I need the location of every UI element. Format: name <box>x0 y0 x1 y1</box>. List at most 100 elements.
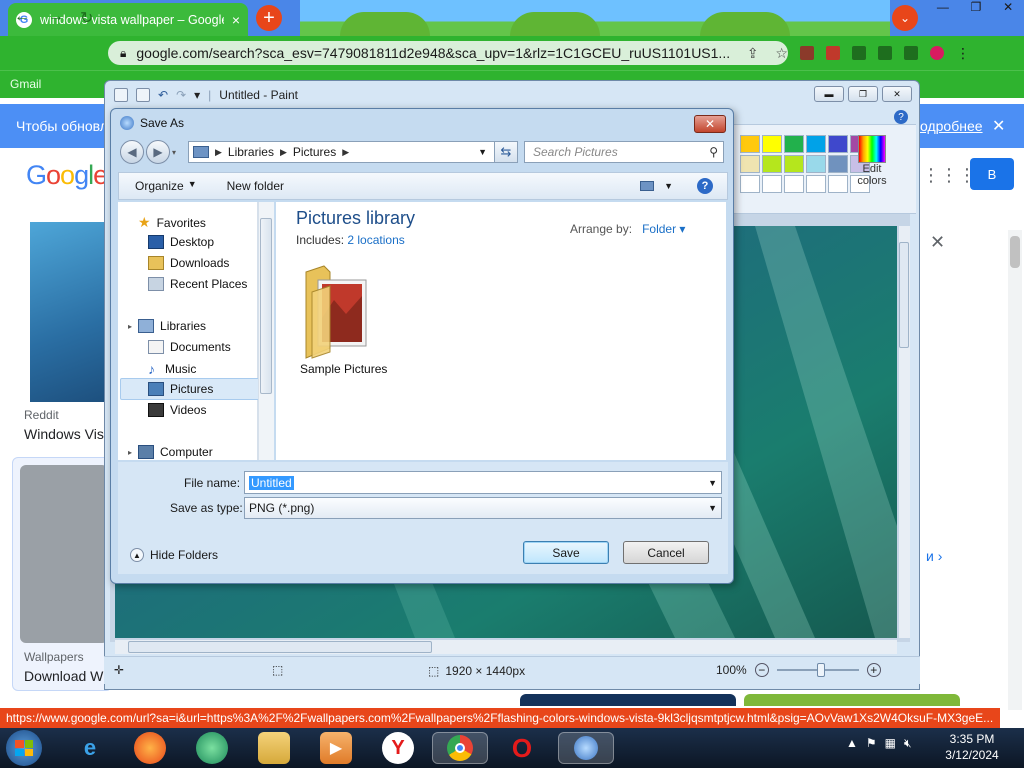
nav-item-videos[interactable]: Videos <box>148 403 206 417</box>
forward-arrow-icon[interactable]: ▶ <box>146 140 170 164</box>
redo-icon[interactable]: ↷ <box>176 88 186 102</box>
folder-label[interactable]: Sample Pictures <box>300 362 390 376</box>
palette-swatch[interactable] <box>740 175 760 193</box>
arrange-dropdown[interactable]: Folder ▾ <box>642 222 685 236</box>
save-type-select[interactable]: PNG (*.png) ▼ <box>244 497 722 519</box>
extension-icon[interactable] <box>852 46 866 60</box>
result-image[interactable] <box>744 694 960 706</box>
info-banner-close-button[interactable]: ✕ <box>992 116 1005 136</box>
includes-locations-link[interactable]: 2 locations <box>347 233 404 247</box>
back-arrow-icon[interactable]: ◀ <box>120 140 144 164</box>
palette-swatch[interactable] <box>828 175 848 193</box>
minimize-button[interactable]: — <box>937 0 949 20</box>
help-icon[interactable]: ? <box>894 110 908 124</box>
save-button[interactable]: Save <box>523 541 609 564</box>
address-bar[interactable]: 🔒︎ google.com/search?sca_esv=7479081811d… <box>108 41 788 65</box>
palette-swatch[interactable] <box>740 135 760 153</box>
tab-search-button[interactable]: ⌄ <box>892 5 918 31</box>
result-title[interactable]: Download W <box>24 668 103 684</box>
new-tab-button[interactable]: + <box>256 5 282 31</box>
new-folder-button[interactable]: New folder <box>227 179 284 193</box>
close-preview-button[interactable]: ✕ <box>930 232 945 253</box>
nav-item-recent-places[interactable]: Recent Places <box>148 277 247 291</box>
zoom-slider[interactable] <box>776 663 859 677</box>
nav-scrollbar-thumb[interactable] <box>260 218 272 394</box>
maximize-button[interactable]: ❐ <box>971 0 982 20</box>
organize-button[interactable]: Organize ▼ <box>135 179 197 193</box>
reload-icon[interactable]: ↻ <box>80 8 93 28</box>
nav-item-computer[interactable]: ▸ Computer <box>128 445 213 459</box>
yandex-browser-icon[interactable]: Y <box>382 732 414 764</box>
palette-swatch[interactable] <box>806 135 826 153</box>
maximize-button[interactable]: ❐ <box>848 86 878 102</box>
result-title[interactable]: Windows Vis <box>24 426 104 442</box>
taskbar-clock[interactable]: 3:35 PM 3/12/2024 <box>944 731 1000 763</box>
kebab-menu-icon[interactable]: ⋮ <box>956 46 970 60</box>
file-explorer-icon[interactable] <box>258 732 290 764</box>
file-name-field[interactable]: Untitled ▼ <box>244 471 722 494</box>
more-results-chevron[interactable]: и › <box>926 548 942 564</box>
media-player-icon[interactable]: ▶ <box>320 732 352 764</box>
internet-explorer-icon[interactable]: e <box>74 732 106 764</box>
chevron-right-icon[interactable]: ▶ <box>215 147 222 158</box>
info-banner-link[interactable]: одробнее <box>920 118 983 134</box>
palette-swatch[interactable] <box>784 175 804 193</box>
volume-muted-icon[interactable]: 🔇︎ <box>904 736 912 751</box>
nav-item-pictures[interactable]: Pictures <box>148 382 213 396</box>
extension-icon[interactable] <box>800 46 814 60</box>
chrome-taskbar-button[interactable] <box>432 732 488 764</box>
nav-item-desktop[interactable]: Desktop <box>148 235 214 249</box>
show-hidden-icons-icon[interactable]: ▲ <box>846 736 858 751</box>
save-icon[interactable] <box>136 88 150 102</box>
undo-icon[interactable]: ↶ <box>158 88 168 102</box>
media-app-icon[interactable] <box>196 732 228 764</box>
paint-app-icon[interactable] <box>114 88 128 102</box>
breadcrumb-pictures[interactable]: Pictures <box>293 145 336 159</box>
change-view-icon[interactable] <box>640 181 655 191</box>
breadcrumb-libraries[interactable]: Libraries <box>228 145 274 159</box>
palette-swatch[interactable] <box>828 155 848 173</box>
address-dropdown-icon[interactable]: ▼ <box>478 147 491 157</box>
refresh-button[interactable]: ⇆ <box>494 141 518 163</box>
minimize-button[interactable]: ▬ <box>814 86 844 102</box>
zoom-out-button[interactable]: − <box>754 663 769 677</box>
firefox-icon[interactable] <box>134 732 166 764</box>
nav-item-favorites[interactable]: ★ Favorites <box>138 214 206 231</box>
side-panel-icon[interactable] <box>904 46 918 60</box>
nav-item-libraries[interactable]: ▸ Libraries <box>128 319 206 333</box>
breadcrumb[interactable]: ▶ Libraries ▶ Pictures ▶ ▼ <box>188 141 518 163</box>
canvas-horizontal-scrollbar-thumb[interactable] <box>128 641 432 653</box>
zoom-slider-thumb[interactable] <box>816 663 825 677</box>
page-scrollbar[interactable] <box>1008 230 1022 710</box>
profile-avatar[interactable] <box>930 46 944 60</box>
sign-in-button[interactable]: В <box>970 158 1014 190</box>
hide-folders-button[interactable]: ▲ Hide Folders <box>130 548 218 562</box>
chevron-right-icon[interactable]: ▶ <box>342 147 349 158</box>
back-arrow-icon[interactable]: ← <box>14 8 30 26</box>
paint-taskbar-button[interactable] <box>558 732 614 764</box>
share-icon[interactable]: ⇪ <box>747 45 759 62</box>
palette-swatch[interactable] <box>784 155 804 173</box>
forward-arrow-icon[interactable]: → <box>48 8 64 26</box>
nav-item-downloads[interactable]: Downloads <box>148 256 229 270</box>
palette-swatch[interactable] <box>762 155 782 173</box>
opera-icon[interactable]: O <box>506 732 538 764</box>
apps-grid-icon[interactable]: ⋮⋮⋮ <box>922 165 976 186</box>
palette-swatch[interactable] <box>806 175 826 193</box>
folder-icon[interactable] <box>300 262 372 362</box>
view-dropdown-icon[interactable]: ▼ <box>664 181 673 191</box>
expand-arrow-icon[interactable]: ▸ <box>128 448 132 457</box>
puzzle-icon[interactable] <box>878 46 892 60</box>
nav-item-music[interactable]: ♪ Music <box>148 361 196 377</box>
nav-item-documents[interactable]: Documents <box>148 340 231 354</box>
palette-swatch[interactable] <box>762 175 782 193</box>
recent-locations-dropdown-icon[interactable]: ▾ <box>172 148 176 157</box>
chevron-down-icon[interactable]: ▼ <box>708 478 717 488</box>
cancel-button[interactable]: Cancel <box>623 541 709 564</box>
google-logo[interactable]: Google <box>26 160 108 191</box>
quick-access-dropdown-icon[interactable]: ▾ <box>194 88 200 102</box>
start-button[interactable] <box>6 730 42 766</box>
page-scrollbar-thumb[interactable] <box>1010 236 1020 268</box>
search-input[interactable]: Search Pictures ⚲ <box>524 141 724 163</box>
zoom-in-button[interactable]: + <box>866 663 881 677</box>
